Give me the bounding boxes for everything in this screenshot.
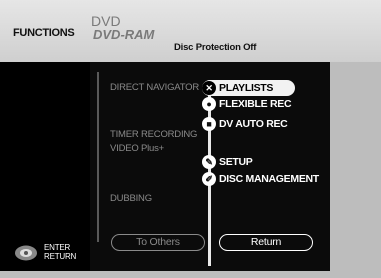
disc-type-line2: DVD-RAM bbox=[93, 27, 155, 42]
menu-item-setup[interactable]: ✎ SETUP bbox=[202, 155, 253, 169]
to-others-button[interactable]: To Others bbox=[111, 234, 205, 251]
menu-item-label: SETUP bbox=[219, 156, 253, 168]
menu-item-label: PLAYLISTS bbox=[219, 82, 274, 94]
remote-control-icon bbox=[15, 245, 37, 261]
left-panel bbox=[0, 62, 90, 271]
menu-item-timer-recording[interactable]: TIMER RECORDING bbox=[110, 129, 197, 141]
dv-icon: ■ bbox=[202, 117, 216, 131]
menu-item-direct-navigator[interactable]: DIRECT NAVIGATOR bbox=[110, 82, 199, 94]
setup-icon: ✎ bbox=[202, 155, 216, 169]
return-label: RETURN bbox=[44, 252, 77, 261]
bottom-strip bbox=[0, 271, 381, 278]
menu-item-disc-management[interactable]: ✐ DISC MANAGEMENT bbox=[202, 172, 319, 186]
playlists-icon: ✕ bbox=[202, 81, 216, 95]
flexible-rec-icon: ● bbox=[202, 97, 216, 111]
menu-item-label: DV AUTO REC bbox=[219, 118, 288, 130]
menu-item-playlists[interactable]: ✕ PLAYLISTS bbox=[202, 80, 296, 96]
menu-item-flexible-rec[interactable]: ● FLEXIBLE REC bbox=[202, 97, 292, 111]
menu-item-dubbing[interactable]: DUBBING bbox=[110, 193, 152, 205]
functions-title: FUNCTIONS bbox=[13, 27, 75, 39]
header-bar: FUNCTIONS DVD DVD-RAM Disc Protection Of… bbox=[0, 0, 381, 62]
disc-management-icon: ✐ bbox=[202, 172, 216, 186]
enter-label: ENTER bbox=[44, 243, 71, 252]
disc-type: DVD DVD-RAM bbox=[91, 14, 154, 42]
menu-item-label: FLEXIBLE REC bbox=[219, 98, 292, 110]
return-button[interactable]: Return bbox=[219, 234, 313, 251]
menu-item-video-plus[interactable]: VIDEO Plus+ bbox=[110, 143, 164, 155]
divider bbox=[97, 72, 99, 242]
disc-protection-status: Disc Protection Off bbox=[174, 42, 257, 53]
remote-legend: ENTER RETURN bbox=[44, 243, 76, 261]
right-margin bbox=[330, 62, 381, 271]
menu-item-label: DISC MANAGEMENT bbox=[219, 173, 319, 185]
menu-item-dv-auto-rec[interactable]: ■ DV AUTO REC bbox=[202, 117, 288, 131]
